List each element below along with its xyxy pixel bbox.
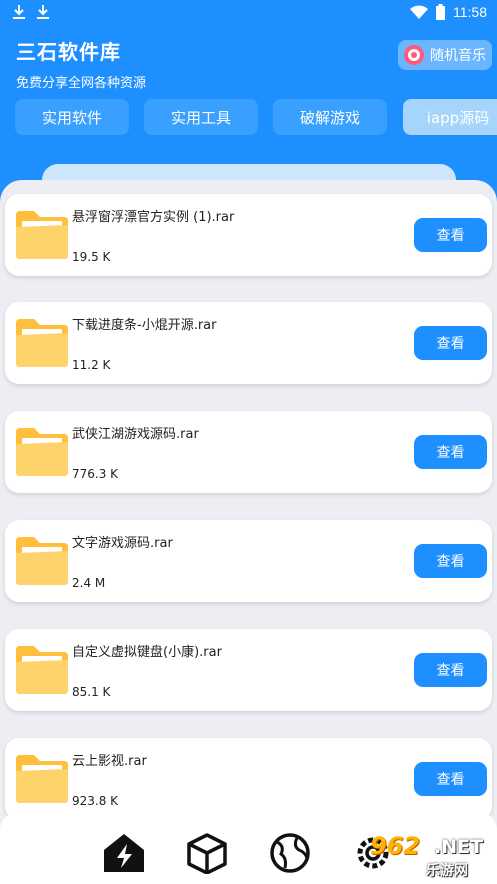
file-card[interactable]: 自定义虚拟键盘(小康).rar 85.1 K 查看 xyxy=(5,629,492,711)
file-size: 19.5 K xyxy=(72,250,111,264)
status-bar: 11:58 xyxy=(0,0,497,28)
file-size: 2.4 M xyxy=(72,576,106,590)
tab-iapp-source[interactable]: iapp源码 xyxy=(403,99,497,135)
file-name: 悬浮窗浮漂官方实例 (1).rar xyxy=(72,210,235,225)
random-music-button[interactable]: 随机音乐 xyxy=(398,40,492,70)
app-title: 三石软件库 xyxy=(16,40,121,64)
category-tabs: 实用软件 实用工具 破解游戏 iapp源码 xyxy=(0,99,497,135)
status-time: 11:58 xyxy=(453,4,487,20)
view-button[interactable]: 查看 xyxy=(414,762,487,796)
file-card[interactable]: 武侠江湖游戏源码.rar 776.3 K 查看 xyxy=(5,411,492,493)
random-music-label: 随机音乐 xyxy=(430,48,486,64)
app-subtitle: 免费分享全网各种资源 xyxy=(16,76,147,91)
watermark-sub: 乐游网 xyxy=(426,863,468,879)
file-card[interactable]: 下载进度条-小焜开源.rar 11.2 K 查看 xyxy=(5,302,492,384)
tab-cracked-games[interactable]: 破解游戏 xyxy=(273,99,387,135)
folder-icon xyxy=(16,319,68,367)
battery-icon xyxy=(436,4,445,20)
view-button[interactable]: 查看 xyxy=(414,218,487,252)
file-size: 85.1 K xyxy=(72,685,111,699)
cube-icon[interactable] xyxy=(184,832,230,874)
music-icon xyxy=(404,45,424,65)
view-button[interactable]: 查看 xyxy=(414,653,487,687)
file-name: 下载进度条-小焜开源.rar xyxy=(72,318,217,333)
file-name: 云上影视.rar xyxy=(72,754,147,769)
site-watermark: 962 .NET 乐游网 xyxy=(362,832,492,879)
tab-useful-tools[interactable]: 实用工具 xyxy=(144,99,258,135)
file-card[interactable]: 云上影视.rar 923.8 K 查看 xyxy=(5,738,492,820)
view-button[interactable]: 查看 xyxy=(414,326,487,360)
file-name: 武侠江湖游戏源码.rar xyxy=(72,427,199,442)
folder-icon xyxy=(16,646,68,694)
view-button[interactable]: 查看 xyxy=(414,435,487,469)
file-card[interactable]: 悬浮窗浮漂官方实例 (1).rar 19.5 K 查看 xyxy=(5,194,492,276)
file-name: 文字游戏源码.rar xyxy=(72,536,173,551)
wifi-icon xyxy=(410,5,428,19)
file-name: 自定义虚拟键盘(小康).rar xyxy=(72,645,222,660)
folder-icon xyxy=(16,755,68,803)
home-lightning-icon[interactable] xyxy=(101,832,147,874)
folder-icon xyxy=(16,211,68,259)
file-size: 923.8 K xyxy=(72,794,119,808)
view-button[interactable]: 查看 xyxy=(414,544,487,578)
download-icon xyxy=(37,5,49,19)
download-icon xyxy=(13,5,25,19)
tab-useful-software[interactable]: 实用软件 xyxy=(15,99,129,135)
watermark-suffix: .NET xyxy=(434,836,484,858)
file-card[interactable]: 文字游戏源码.rar 2.4 M 查看 xyxy=(5,520,492,602)
folder-icon xyxy=(16,428,68,476)
globe-icon[interactable] xyxy=(267,832,313,874)
file-size: 776.3 K xyxy=(72,467,119,481)
folder-icon xyxy=(16,537,68,585)
file-size: 11.2 K xyxy=(72,358,111,372)
watermark-main: 962 xyxy=(370,832,421,860)
